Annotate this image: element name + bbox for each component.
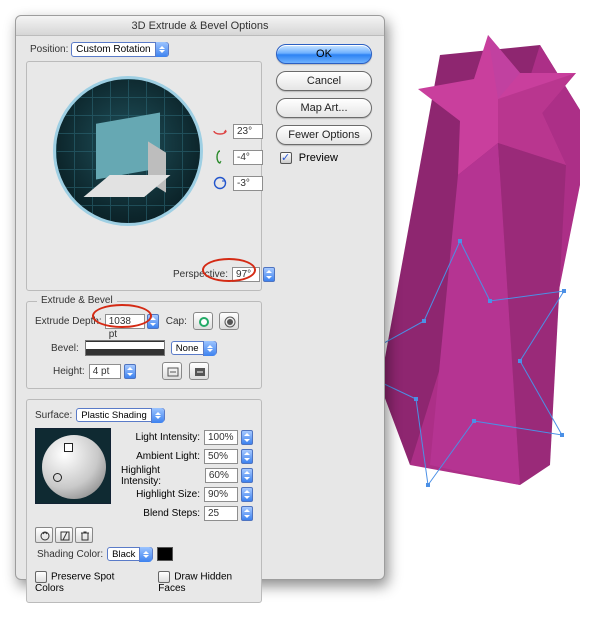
shade-color-value: Black (112, 549, 135, 560)
extrude-depth-stepper[interactable] (147, 314, 159, 329)
axis-z-icon (213, 176, 227, 190)
light-intensity-field[interactable]: 100% (204, 430, 238, 445)
dropdown-arrows-icon (151, 408, 164, 423)
cap-off-button[interactable] (219, 312, 239, 330)
hidden-faces-checkbox[interactable] (158, 571, 170, 583)
dialog-button-column: OK Cancel Map Art... Fewer Options Previ… (276, 44, 372, 164)
blend-label: Blend Steps: (143, 508, 200, 519)
preview-checkbox-row: Preview (276, 152, 372, 164)
rot-y-field[interactable]: -4° (233, 150, 263, 165)
shade-color-dropdown[interactable]: Black (107, 547, 153, 561)
bevel-height-field[interactable]: 4 pt (89, 364, 121, 379)
ambient-label: Ambient Light: (136, 451, 200, 462)
new-light-button[interactable] (55, 527, 73, 543)
surface-group: Surface: Plastic Shading (26, 399, 262, 603)
extrude-depth-field[interactable]: 1038 pt (105, 314, 145, 329)
fewer-options-button[interactable]: Fewer Options (276, 125, 372, 145)
position-dropdown-value: Custom Rotation (76, 44, 150, 55)
perspective-label: Perspective: (173, 269, 228, 280)
rotation-angle-fields: 23° -4° -3° (213, 118, 263, 196)
perspective-field[interactable]: 97° (232, 267, 260, 282)
surface-dropdown[interactable]: Plastic Shading (76, 408, 164, 422)
light-handle[interactable] (53, 473, 62, 482)
preserve-spot-checkbox[interactable] (35, 571, 47, 583)
light-handle-selected[interactable] (64, 443, 73, 452)
bevel-preview (85, 340, 165, 356)
rot-z-field[interactable]: -3° (233, 176, 263, 191)
axis-x-icon (213, 124, 227, 138)
bevel-height-label: Height: (53, 366, 85, 377)
ambient-stepper[interactable] (241, 449, 253, 464)
dialog-3d-extrude-bevel: 3D Extrude & Bevel Options OK Cancel Map… (15, 15, 385, 580)
dropdown-arrows-icon (203, 341, 216, 356)
cancel-button[interactable]: Cancel (276, 71, 372, 91)
cap-on-button[interactable] (193, 312, 213, 330)
rot-x-field[interactable]: 23° (233, 124, 263, 139)
rotation-trackball[interactable] (53, 76, 203, 226)
light-intensity-label: Light Intensity: (136, 432, 200, 443)
ambient-field[interactable]: 50% (204, 449, 238, 464)
surface-label: Surface: (35, 410, 72, 421)
bevel-label: Bevel: (51, 343, 79, 354)
shade-color-label: Shading Color: (37, 549, 103, 560)
hi-intensity-field[interactable]: 60% (205, 468, 238, 483)
light-fields: Light Intensity: 100% Ambient Light: 50% H… (121, 428, 253, 523)
blend-stepper[interactable] (241, 506, 253, 521)
position-label: Position: (30, 44, 68, 55)
extrude-bevel-group: Extrude & Bevel Extrude Depth: 1038 pt C… (26, 301, 262, 389)
hi-size-label: Highlight Size: (136, 489, 200, 500)
bevel-extent-in-button[interactable] (162, 362, 182, 380)
rotation-preview-group: 23° -4° -3° Perspective: 97° (26, 61, 262, 291)
blend-field[interactable]: 25 (204, 506, 238, 521)
delete-light-button[interactable] (75, 527, 93, 543)
dialog-title: 3D Extrude & Bevel Options (16, 16, 384, 36)
ok-button[interactable]: OK (276, 44, 372, 64)
canvas-3d-preview (370, 35, 600, 515)
bevel-dropdown-value: None (176, 343, 199, 354)
hi-intensity-label: Highlight Intensity: (121, 465, 201, 487)
extrude-group-label: Extrude & Bevel (37, 295, 117, 306)
hi-size-stepper[interactable] (241, 487, 253, 502)
dropdown-arrows-icon (155, 42, 168, 57)
move-light-back-button[interactable] (35, 527, 53, 543)
map-art-button[interactable]: Map Art... (276, 98, 372, 118)
light-intensity-stepper[interactable] (241, 430, 253, 445)
hi-intensity-stepper[interactable] (241, 468, 253, 483)
perspective-stepper[interactable] (263, 267, 275, 282)
bevel-dropdown[interactable]: None (171, 341, 217, 355)
surface-dropdown-value: Plastic Shading (81, 410, 146, 421)
hidden-faces-row: Draw Hidden Faces (158, 571, 253, 594)
hi-size-field[interactable]: 90% (204, 487, 238, 502)
preserve-spot-row: Preserve Spot Colors (35, 571, 136, 594)
shade-color-swatch[interactable] (157, 547, 173, 561)
cap-label: Cap: (166, 316, 187, 327)
axis-y-icon (213, 150, 227, 164)
preview-checkbox[interactable] (280, 152, 292, 164)
position-dropdown[interactable]: Custom Rotation (71, 42, 168, 57)
bevel-extent-out-button[interactable] (189, 362, 209, 380)
lighting-sphere[interactable] (35, 428, 111, 504)
lighting-sphere-ball (42, 435, 106, 499)
extrude-depth-label: Extrude Depth: (35, 316, 102, 327)
preview-label: Preview (299, 152, 338, 164)
dropdown-arrows-icon (139, 547, 152, 562)
bevel-height-stepper[interactable] (124, 364, 136, 379)
